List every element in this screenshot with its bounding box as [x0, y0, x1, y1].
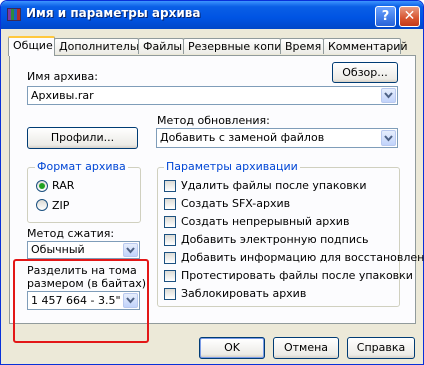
checkbox-test[interactable] [164, 270, 176, 282]
winrar-icon [7, 8, 21, 21]
checkbox-delete-files-label: Удалить файлы после упаковки [181, 179, 367, 192]
compression-value: Обычный [31, 243, 85, 256]
window-title: Имя и параметры архива [26, 6, 201, 20]
chevron-down-icon[interactable] [381, 130, 396, 146]
ok-button[interactable]: OK [199, 337, 265, 359]
profiles-button[interactable]: Профили... [27, 127, 138, 149]
chevron-down-icon[interactable] [123, 243, 138, 257]
update-method-label: Метод обновления: [157, 114, 270, 127]
checkbox-sfx-label: Создать SFX-архив [181, 197, 291, 210]
help-title-button[interactable]: ? [375, 6, 396, 27]
compression-label: Метод сжатия: [27, 227, 115, 240]
checkbox-lock-label: Заблокировать архив [181, 287, 307, 300]
radio-rar-label: RAR [52, 179, 75, 192]
checkbox-signature-label: Добавить электронную подпись [181, 233, 369, 246]
compression-combo[interactable]: Обычный [27, 241, 140, 259]
title-bar[interactable]: Имя и параметры архива ? ✕ [1, 1, 423, 29]
checkbox-lock[interactable] [164, 288, 176, 300]
archive-name-label: Имя архива: [27, 70, 98, 83]
update-method-combo[interactable]: Добавить с заменой файлов [156, 128, 398, 148]
checkbox-sfx[interactable] [164, 198, 176, 210]
radio-rar[interactable] [36, 180, 48, 192]
radio-zip-label: ZIP [52, 199, 70, 212]
tab-backup[interactable]: Резервные копии [183, 38, 289, 54]
archive-format-group [27, 167, 141, 223]
tab-comment[interactable]: Комментарий [323, 38, 408, 54]
tab-files[interactable]: Файлы [138, 38, 184, 54]
radio-zip[interactable] [36, 199, 48, 211]
tab-general[interactable]: Общие [8, 36, 55, 56]
checkbox-solid-label: Создать непрерывный архив [181, 215, 350, 228]
archive-format-title: Формат архива [35, 160, 128, 173]
tab-advanced[interactable]: Дополнительно [54, 38, 150, 54]
browse-button[interactable]: Обзор... [332, 62, 398, 83]
chevron-down-icon[interactable] [381, 88, 396, 103]
update-method-value: Добавить с заменой файлов [160, 131, 325, 144]
checkbox-recovery[interactable] [164, 252, 176, 264]
help-button[interactable]: Справка [347, 337, 415, 359]
archive-options-title: Параметры архивации [164, 160, 300, 173]
highlight-box [13, 259, 149, 343]
checkbox-delete-files[interactable] [164, 180, 176, 192]
cancel-button[interactable]: Отмена [273, 337, 339, 359]
checkbox-recovery-label: Добавить информацию для восстановления [181, 251, 424, 264]
archive-dialog: Имя и параметры архива ? ✕ Общие Дополни… [0, 0, 424, 365]
checkbox-test-label: Протестировать файлы после упаковки [181, 269, 413, 282]
archive-name-value: Архивы.rar [31, 89, 94, 102]
checkbox-signature[interactable] [164, 234, 176, 246]
close-button[interactable]: ✕ [399, 6, 420, 27]
archive-name-combo[interactable]: Архивы.rar [27, 86, 398, 105]
tab-time[interactable]: Время [280, 38, 324, 54]
checkbox-solid[interactable] [164, 216, 176, 228]
